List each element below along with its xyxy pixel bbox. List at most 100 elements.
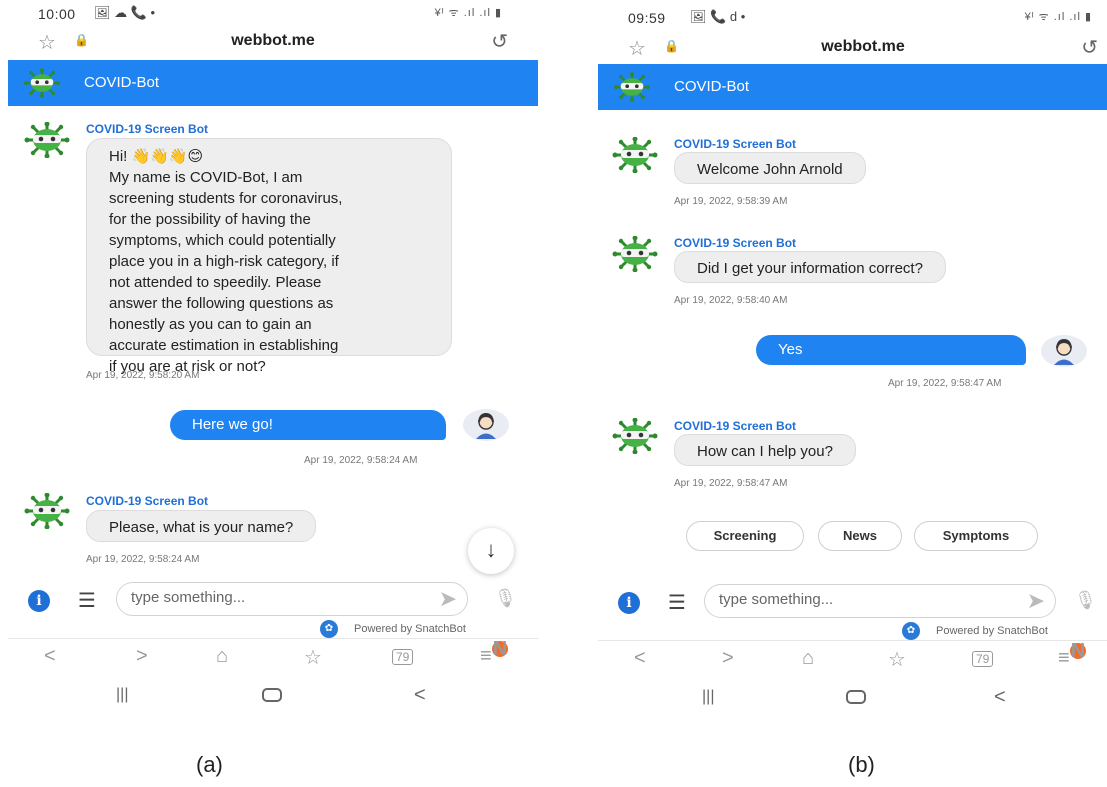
- powered-by: ✿ Powered by SnatchBot: [902, 622, 1048, 640]
- message-line: answer the following questions as: [109, 295, 334, 312]
- powered-by-text: Powered by SnatchBot: [354, 622, 466, 635]
- bot-avatar-icon: [610, 236, 660, 272]
- recent-apps-icon[interactable]: |||: [702, 688, 714, 706]
- message-timestamp: Apr 19, 2022, 9:58:39 AM: [674, 196, 788, 207]
- message-line: honestly as you can to gain an: [109, 316, 312, 333]
- message-sender: COVID-19 Screen Bot: [86, 122, 209, 136]
- browser-toolbar: < > ⌂ ☆ 79 ≡ N: [8, 639, 538, 675]
- message-line: for the possibility of having the: [109, 211, 311, 228]
- message-input-container[interactable]: ➤: [704, 584, 1056, 618]
- message-timestamp: Apr 19, 2022, 9:58:47 AM: [888, 378, 1002, 389]
- powered-by-text: Powered by SnatchBot: [936, 624, 1048, 637]
- tabs-icon[interactable]: 79: [392, 649, 414, 665]
- message-sender: COVID-19 Screen Bot: [674, 137, 797, 151]
- message-line: My name is COVID-Bot, I am: [109, 169, 303, 186]
- message-line: accurate estimation in establishing: [109, 337, 339, 354]
- notification-badge: N: [1070, 640, 1086, 662]
- caption-a: (a): [196, 752, 223, 777]
- tabs-icon[interactable]: 79: [972, 651, 994, 667]
- back-nav-icon[interactable]: <: [414, 684, 426, 707]
- browser-menu-icon[interactable]: ≡: [480, 645, 492, 668]
- back-nav-icon[interactable]: <: [994, 686, 1006, 709]
- divider: [598, 640, 1107, 641]
- back-icon[interactable]: <: [44, 645, 56, 668]
- home-icon[interactable]: ⌂: [216, 645, 228, 668]
- quick-reply-news[interactable]: News: [818, 521, 902, 551]
- message-line: Hi! 👋👋👋😊: [109, 148, 204, 165]
- menu-icon[interactable]: ☰: [78, 588, 96, 613]
- user-avatar-icon: [1040, 334, 1088, 368]
- microphone-icon[interactable]: 🎙: [1074, 590, 1097, 611]
- url-text[interactable]: webbot.me: [8, 32, 538, 50]
- bot-message-bubble: Did I get your information correct?: [674, 251, 946, 283]
- bot-avatar-icon: [22, 493, 72, 529]
- notification-badge: N: [492, 638, 508, 660]
- info-icon[interactable]: i: [618, 592, 640, 614]
- menu-icon[interactable]: ☰: [668, 590, 686, 615]
- reload-icon[interactable]: ↺: [491, 29, 508, 54]
- chat-header: COVID-Bot: [8, 60, 538, 106]
- forward-icon[interactable]: >: [136, 645, 148, 668]
- url-text[interactable]: webbot.me: [598, 38, 1107, 56]
- chat-title: COVID-Bot: [84, 74, 160, 91]
- home-nav-icon[interactable]: [262, 688, 282, 702]
- message-timestamp: Apr 19, 2022, 9:58:20 AM: [86, 370, 200, 381]
- status-icons-right: ¥ᴵ ᯤ .ıl .ıl ▮: [434, 7, 502, 19]
- phone-screenshot-b: 09:59 🖼 📞 d • ¥ᴵ ᯤ .ıl .ıl ▮ ☆ 🔒 webbot.…: [598, 0, 1107, 720]
- message-input[interactable]: [131, 589, 411, 606]
- message-timestamp: Apr 19, 2022, 9:58:40 AM: [674, 295, 788, 306]
- message-input-container[interactable]: ➤: [116, 582, 468, 616]
- message-line: symptoms, which could potentially: [109, 232, 336, 249]
- android-nav-bar: ||| <: [8, 684, 538, 714]
- message-sender: COVID-19 Screen Bot: [674, 419, 797, 433]
- status-bar: 09:59 🖼 📞 d • ¥ᴵ ᯤ .ıl .ıl ▮: [598, 8, 1107, 28]
- message-input[interactable]: [719, 591, 999, 608]
- status-icons-left: 🖼 ☁ 📞 •: [94, 5, 156, 20]
- status-time: 09:59: [628, 10, 666, 26]
- send-icon[interactable]: ➤: [439, 586, 457, 612]
- browser-menu-icon[interactable]: ≡: [1058, 647, 1070, 670]
- quick-reply-symptoms[interactable]: Symptoms: [914, 521, 1038, 551]
- recent-apps-icon[interactable]: |||: [116, 686, 128, 704]
- back-icon[interactable]: <: [634, 647, 646, 670]
- bot-message-bubble: Welcome John Arnold: [674, 152, 866, 184]
- bot-message-bubble: Hi! 👋👋👋😊 My name is COVID-Bot, I am scre…: [86, 138, 452, 375]
- browser-url-bar: ☆ 🔒 webbot.me ↺: [598, 34, 1107, 62]
- bookmarks-icon[interactable]: ☆: [888, 647, 906, 672]
- message-timestamp: Apr 19, 2022, 9:58:47 AM: [674, 478, 788, 489]
- bot-avatar-icon: [610, 418, 660, 454]
- bookmarks-icon[interactable]: ☆: [304, 645, 322, 670]
- user-avatar-icon: [462, 408, 510, 442]
- message-timestamp: Apr 19, 2022, 9:58:24 AM: [304, 455, 418, 466]
- powered-by: ✿ Powered by SnatchBot: [320, 620, 466, 638]
- browser-url-bar: ☆ 🔒 webbot.me ↺: [8, 28, 538, 56]
- reload-icon[interactable]: ↺: [1081, 35, 1098, 60]
- caption-b: (b): [848, 752, 875, 777]
- bot-message-bubble: How can I help you?: [674, 434, 856, 466]
- user-message-bubble: Yes: [756, 335, 1026, 365]
- status-bar: 10:00 🖼 ☁ 📞 • ¥ᴵ ᯤ .ıl .ıl ▮: [8, 4, 538, 24]
- microphone-icon[interactable]: 🎙: [494, 588, 517, 609]
- status-icons-left: 🖼 📞 d •: [690, 9, 746, 24]
- message-line: not attended to speedily. Please: [109, 274, 322, 291]
- message-input-row: i ☰ ➤ 🎙: [8, 582, 538, 618]
- browser-toolbar: < > ⌂ ☆ 79 ≡ N: [598, 641, 1107, 677]
- bot-message-bubble: Please, what is your name?: [86, 510, 317, 542]
- phone-screenshot-a: 10:00 🖼 ☁ 📞 • ¥ᴵ ᯤ .ıl .ıl ▮ ☆ 🔒 webbot.…: [8, 0, 538, 720]
- divider: [8, 638, 538, 639]
- send-icon[interactable]: ➤: [1027, 588, 1045, 614]
- scroll-down-button[interactable]: ↓: [468, 528, 514, 574]
- snatchbot-logo-icon: ✿: [320, 620, 338, 638]
- home-icon[interactable]: ⌂: [802, 647, 814, 670]
- status-time: 10:00: [38, 6, 76, 22]
- quick-reply-screening[interactable]: Screening: [686, 521, 804, 551]
- message-line: place you in a high-risk category, if: [109, 253, 339, 270]
- forward-icon[interactable]: >: [722, 647, 734, 670]
- snatchbot-logo-icon: ✿: [902, 622, 920, 640]
- message-sender: COVID-19 Screen Bot: [86, 494, 209, 508]
- home-nav-icon[interactable]: [846, 690, 866, 704]
- message-input-row: i ☰ ➤ 🎙: [598, 584, 1107, 620]
- status-icons-right: ¥ᴵ ᯤ .ıl .ıl ▮: [1024, 11, 1092, 23]
- user-message-bubble: Here we go!: [170, 410, 446, 440]
- info-icon[interactable]: i: [28, 590, 50, 612]
